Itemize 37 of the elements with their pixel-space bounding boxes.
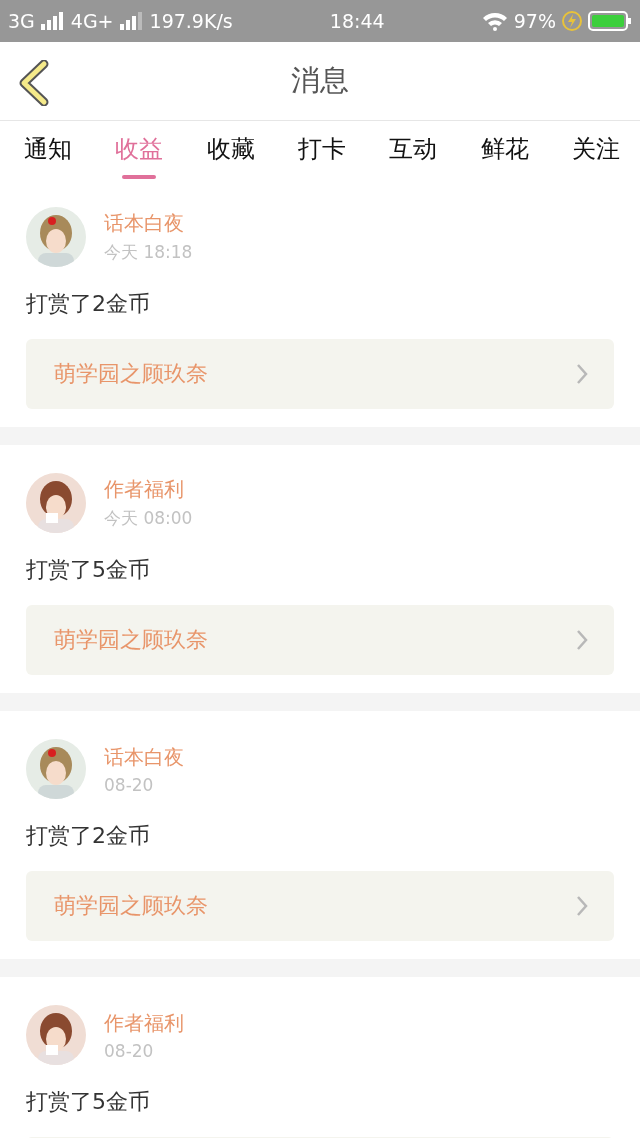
message-time: 今天 18:18 bbox=[104, 241, 193, 264]
page-title: 消息 bbox=[291, 62, 349, 99]
book-link[interactable]: 萌学园之顾玖奈 bbox=[26, 339, 614, 409]
message-text: 打赏了5金币 bbox=[26, 1088, 151, 1116]
signal-icon bbox=[40, 12, 65, 30]
chevron-right-icon bbox=[576, 363, 588, 385]
network-label: 4G+ bbox=[70, 10, 114, 32]
tab[interactable]: 收藏 bbox=[206, 121, 255, 179]
chevron-right-icon bbox=[576, 629, 588, 651]
user-name[interactable]: 作者福利 bbox=[104, 476, 193, 503]
tab[interactable]: 互动 bbox=[389, 121, 438, 179]
network-label: 3G bbox=[8, 10, 35, 32]
message-time: 08-20 bbox=[104, 774, 155, 795]
user-name[interactable]: 话本白夜 bbox=[104, 743, 184, 771]
tab[interactable]: 打卡 bbox=[298, 121, 346, 179]
tab[interactable]: 鲜花 bbox=[480, 121, 529, 179]
clock: 18:44 bbox=[329, 10, 385, 32]
user-name[interactable]: 话本白夜 bbox=[104, 210, 193, 237]
battery-icon bbox=[588, 11, 632, 31]
tab[interactable]: 通知 bbox=[24, 121, 72, 179]
chevron-right-icon bbox=[576, 895, 588, 917]
message-time: 08-20 bbox=[104, 1040, 155, 1061]
book-link[interactable]: 萌学园之顾玖奈 bbox=[26, 871, 614, 941]
message-time: 今天 08:00 bbox=[104, 507, 193, 530]
tab[interactable]: 关注 bbox=[571, 121, 620, 179]
book-link[interactable]: 萌学园之顾玖奈 bbox=[26, 605, 614, 675]
tab[interactable]: 收益 bbox=[115, 121, 164, 179]
signal-icon bbox=[119, 12, 144, 30]
message-text: 打赏了2金币 bbox=[26, 290, 151, 318]
back-icon[interactable] bbox=[18, 60, 50, 106]
network-speed: 197.9K/s bbox=[149, 10, 233, 32]
battery-percent: 97% bbox=[513, 10, 556, 32]
message-text: 打赏了2金币 bbox=[26, 822, 151, 850]
wifi-icon bbox=[481, 11, 508, 31]
user-name[interactable]: 作者福利 bbox=[104, 1009, 184, 1037]
message-text: 打赏了5金币 bbox=[26, 556, 151, 584]
lightning-icon bbox=[562, 11, 582, 31]
